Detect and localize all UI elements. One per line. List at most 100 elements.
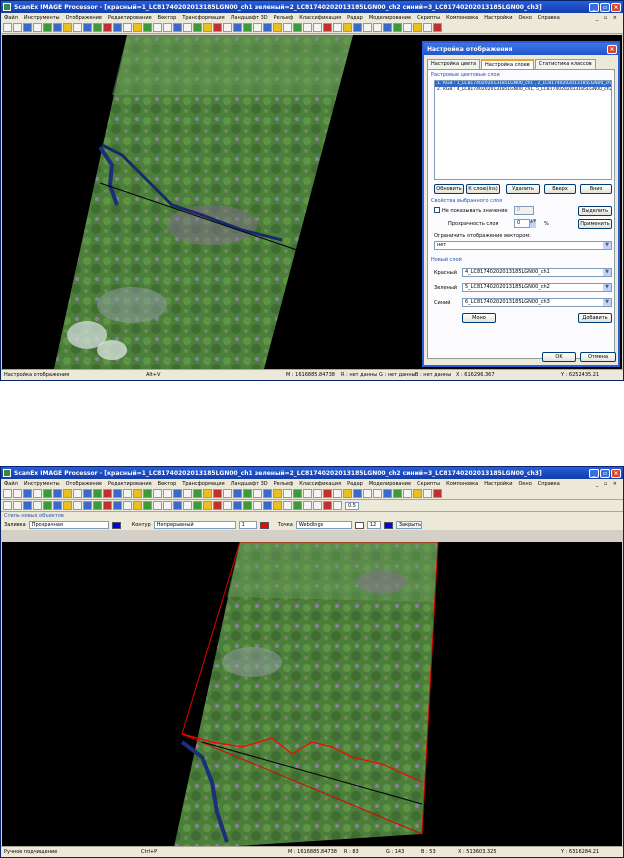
tool-icon[interactable] (243, 501, 252, 510)
tab-layer-settings[interactable]: Настройка слоев (481, 59, 534, 69)
tool-icon[interactable] (73, 501, 82, 510)
tool-icon[interactable] (303, 489, 312, 498)
menu-file[interactable]: Файл (4, 481, 18, 487)
tool-icon[interactable] (223, 501, 232, 510)
minimize-icon[interactable]: _ (589, 2, 599, 12)
tool-icon[interactable] (93, 23, 102, 32)
tool-icon[interactable] (113, 501, 122, 510)
tool-icon[interactable] (203, 501, 212, 510)
tool-icon[interactable] (213, 501, 222, 510)
menu-vector[interactable]: Вектор (158, 481, 177, 487)
tool-icon[interactable] (363, 489, 372, 498)
raster-layers-list[interactable]: 1. RGB : 1_LC81740202013185LGN00_ch1 , 2… (434, 80, 612, 180)
menu-help[interactable]: Справка (538, 481, 560, 487)
outline-width-input[interactable]: 1 (238, 521, 257, 529)
tool-icon[interactable] (343, 23, 352, 32)
tool-icon[interactable] (323, 489, 332, 498)
tool-icon[interactable] (223, 23, 232, 32)
chevron-down-icon[interactable]: ▼ (603, 299, 611, 306)
tool-icon[interactable] (283, 501, 292, 510)
tool-icon[interactable] (203, 23, 212, 32)
tool-icon[interactable] (383, 23, 392, 32)
chevron-down-icon[interactable]: ▼ (603, 269, 611, 276)
tool-icon[interactable] (193, 489, 202, 498)
menu-window[interactable]: Окно (518, 15, 531, 21)
menu-display[interactable]: Отображение (66, 481, 102, 487)
menu-settings[interactable]: Настройки (484, 481, 512, 487)
tool-icon[interactable] (403, 489, 412, 498)
tool-icon[interactable] (23, 501, 32, 510)
spin-icon[interactable]: ▲▼ (530, 219, 536, 228)
tool-icon[interactable] (103, 501, 112, 510)
tool-icon[interactable] (263, 501, 272, 510)
outline-color-swatch[interactable] (259, 521, 269, 529)
tool-icon[interactable] (123, 489, 132, 498)
tool-icon[interactable] (183, 489, 192, 498)
mono-button[interactable]: Моно (462, 313, 496, 323)
chevron-down-icon[interactable]: ▼ (603, 284, 611, 291)
tool-icon[interactable] (293, 23, 302, 32)
tool-icon[interactable] (433, 489, 442, 498)
tool-icon[interactable] (163, 501, 172, 510)
image-view[interactable] (2, 542, 622, 847)
tool-icon[interactable] (173, 489, 182, 498)
tool-icon[interactable] (73, 489, 82, 498)
tool-icon[interactable] (133, 501, 142, 510)
tool-icon[interactable] (43, 489, 52, 498)
minimize-icon[interactable]: _ (589, 468, 599, 478)
tool-icon[interactable] (383, 489, 392, 498)
tool-icon[interactable] (223, 489, 232, 498)
tool-icon[interactable] (313, 489, 322, 498)
tool-icon[interactable] (113, 489, 122, 498)
point-size-input[interactable]: 12 (366, 521, 381, 529)
tool-icon[interactable] (213, 489, 222, 498)
zoom-input[interactable]: 0.5 (345, 501, 359, 510)
tool-icon[interactable] (153, 23, 162, 32)
tool-icon[interactable] (73, 23, 82, 32)
menu-edit[interactable]: Редактирование (108, 481, 152, 487)
tool-icon[interactable] (293, 489, 302, 498)
tool-icon[interactable] (173, 23, 182, 32)
tool-icon[interactable] (313, 23, 322, 32)
tab-color-settings[interactable]: Настройка цвета (427, 59, 481, 69)
tool-icon[interactable] (393, 489, 402, 498)
close-icon[interactable]: × (611, 468, 621, 478)
tool-icon[interactable] (23, 23, 32, 32)
tool-icon[interactable] (53, 489, 62, 498)
tool-icon[interactable] (43, 501, 52, 510)
tool-icon[interactable] (373, 23, 382, 32)
tool-icon[interactable] (243, 23, 252, 32)
tool-icon[interactable] (43, 23, 52, 32)
tool-icon[interactable] (323, 501, 332, 510)
tool-icon[interactable] (143, 489, 152, 498)
tool-icon[interactable] (243, 489, 252, 498)
menu-transform[interactable]: Трансформация (182, 15, 224, 21)
tool-icon[interactable] (133, 23, 142, 32)
tool-icon[interactable] (363, 23, 372, 32)
menu-scripts[interactable]: Скрипты (417, 481, 440, 487)
tool-icon[interactable] (323, 23, 332, 32)
tool-icon[interactable] (253, 501, 262, 510)
no-show-value-input[interactable]: 0 (514, 206, 534, 215)
maximize-icon[interactable]: ▫ (600, 2, 610, 12)
tool-icon[interactable] (303, 23, 312, 32)
tool-icon[interactable] (153, 501, 162, 510)
menu-layout[interactable]: Компоновка (446, 15, 478, 21)
tool-icon[interactable] (313, 501, 322, 510)
tool-icon[interactable] (403, 23, 412, 32)
apply-button[interactable]: Применить (578, 219, 612, 229)
tool-icon[interactable] (393, 23, 402, 32)
tool-icon[interactable] (353, 23, 362, 32)
tool-icon[interactable] (33, 501, 42, 510)
tool-icon[interactable] (153, 489, 162, 498)
tool-icon[interactable] (373, 489, 382, 498)
tool-icon[interactable] (143, 23, 152, 32)
close-icon[interactable]: × (611, 2, 621, 12)
tool-icon[interactable] (143, 501, 152, 510)
menu-scripts[interactable]: Скрипты (417, 15, 440, 21)
tool-icon[interactable] (293, 501, 302, 510)
tool-icon[interactable] (433, 23, 442, 32)
tool-icon[interactable] (103, 23, 112, 32)
transparency-input[interactable]: 0 (514, 219, 530, 228)
maximize-icon[interactable]: ▫ (600, 468, 610, 478)
